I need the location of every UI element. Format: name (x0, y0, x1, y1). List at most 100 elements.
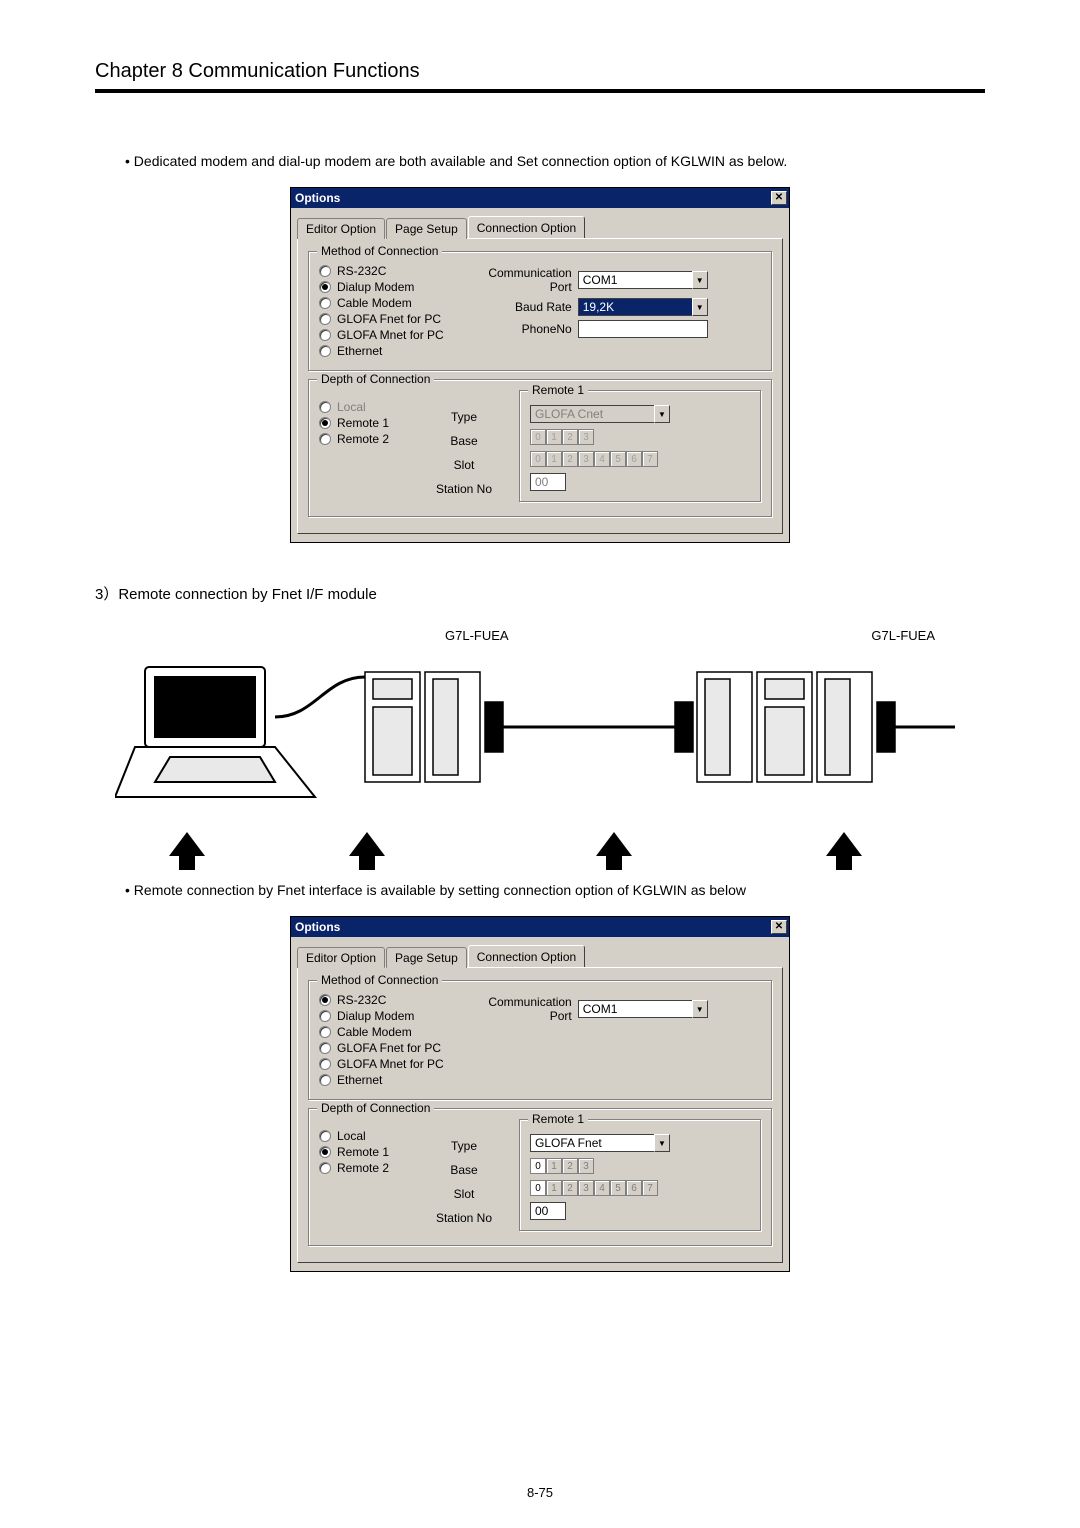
close-icon[interactable]: ✕ (771, 191, 787, 205)
station-no-input[interactable]: 00 (530, 1202, 566, 1220)
slot-label: Slot (429, 1187, 499, 1201)
radio-glofa-mnet[interactable]: GLOFA Mnet for PC (319, 328, 444, 342)
base-seg[interactable]: 0 (530, 429, 546, 445)
type-label: Type (429, 1139, 499, 1153)
depth-of-connection-group: Depth of Connection Local Remote 1 Remot… (308, 1108, 772, 1246)
station-no-input[interactable]: 00 (530, 473, 566, 491)
options-dialog-2: Options ✕ Editor Option Page Setup Conne… (290, 916, 790, 1272)
tab-page-setup[interactable]: Page Setup (386, 218, 467, 239)
arrow-up-icon (349, 832, 385, 856)
diagram-label-g7l-fuea-left: G7L-FUEA (445, 628, 509, 643)
comm-port-value: COM1 (578, 1000, 692, 1018)
slot-seg[interactable]: 5 (610, 451, 626, 467)
tab-editor-option[interactable]: Editor Option (297, 218, 385, 239)
slot-seg[interactable]: 7 (642, 1180, 658, 1196)
base-seg[interactable]: 1 (546, 429, 562, 445)
base-seg[interactable]: 2 (562, 1158, 578, 1174)
radio-label: GLOFA Fnet for PC (337, 312, 441, 326)
arrow-up-icon (826, 832, 862, 856)
radio-label: GLOFA Fnet for PC (337, 1041, 441, 1055)
slot-seg[interactable]: 7 (642, 451, 658, 467)
remote1-legend: Remote 1 (528, 1112, 588, 1126)
radio-rs232c[interactable]: RS-232C (319, 264, 444, 278)
slot-selector[interactable]: 0 1 2 3 4 5 6 7 (530, 1180, 750, 1196)
comm-port-combo[interactable]: COM1 ▼ (578, 1000, 708, 1018)
chevron-down-icon[interactable]: ▼ (692, 271, 708, 289)
slot-seg[interactable]: 4 (594, 1180, 610, 1196)
radio-remote1[interactable]: Remote 1 (319, 1145, 409, 1159)
radio-label: Ethernet (337, 1073, 382, 1087)
slot-seg[interactable]: 4 (594, 451, 610, 467)
chevron-down-icon[interactable]: ▼ (692, 298, 708, 316)
radio-remote2[interactable]: Remote 2 (319, 432, 409, 446)
tab-connection-option[interactable]: Connection Option (468, 945, 585, 967)
slot-seg[interactable]: 1 (546, 1180, 562, 1196)
base-seg[interactable]: 1 (546, 1158, 562, 1174)
slot-seg[interactable]: 3 (578, 1180, 594, 1196)
connection-diagram: G7L-FUEA G7L-FUEA (115, 628, 965, 856)
tab-editor-option[interactable]: Editor Option (297, 947, 385, 968)
type-combo[interactable]: GLOFA Cnet ▼ (530, 405, 670, 423)
slot-seg[interactable]: 6 (626, 451, 642, 467)
base-seg[interactable]: 2 (562, 429, 578, 445)
slot-selector[interactable]: 0 1 2 3 4 5 6 7 (530, 451, 750, 467)
type-combo[interactable]: GLOFA Fnet ▼ (530, 1134, 670, 1152)
comm-port-combo[interactable]: COM1 ▼ (578, 271, 708, 289)
slot-seg[interactable]: 5 (610, 1180, 626, 1196)
radio-label: Cable Modem (337, 1025, 412, 1039)
radio-glofa-fnet[interactable]: GLOFA Fnet for PC (319, 312, 444, 326)
arrow-up-icon (169, 832, 205, 856)
slot-label: Slot (429, 458, 499, 472)
slot-seg[interactable]: 1 (546, 451, 562, 467)
baud-rate-value: 19,2K (578, 298, 692, 316)
chevron-down-icon[interactable]: ▼ (654, 405, 670, 423)
slot-seg[interactable]: 2 (562, 1180, 578, 1196)
base-seg[interactable]: 0 (530, 1158, 546, 1174)
intro-bullet-2: • Remote connection by Fnet interface is… (125, 882, 985, 898)
radio-dialup-modem[interactable]: Dialup Modem (319, 1009, 444, 1023)
base-seg[interactable]: 3 (578, 429, 594, 445)
radio-label: Local (337, 400, 366, 414)
base-selector[interactable]: 0 1 2 3 (530, 1158, 750, 1174)
radio-label: Cable Modem (337, 296, 412, 310)
slot-seg[interactable]: 6 (626, 1180, 642, 1196)
radio-cable-modem[interactable]: Cable Modem (319, 1025, 444, 1039)
chevron-down-icon[interactable]: ▼ (654, 1134, 670, 1152)
remote1-legend: Remote 1 (528, 383, 588, 397)
radio-remote2[interactable]: Remote 2 (319, 1161, 409, 1175)
base-selector[interactable]: 0 1 2 3 (530, 429, 750, 445)
radio-glofa-mnet[interactable]: GLOFA Mnet for PC (319, 1057, 444, 1071)
radio-local[interactable]: Local (319, 400, 409, 414)
radio-dialup-modem[interactable]: Dialup Modem (319, 280, 444, 294)
slot-seg[interactable]: 0 (530, 1180, 546, 1196)
close-icon[interactable]: ✕ (771, 920, 787, 934)
depth-of-connection-group: Depth of Connection Local Remote 1 Remot… (308, 379, 772, 517)
arrow-up-icon (596, 832, 632, 856)
slot-seg[interactable]: 0 (530, 451, 546, 467)
radio-local[interactable]: Local (319, 1129, 409, 1143)
dialog-title: Options (295, 191, 340, 205)
radio-ethernet[interactable]: Ethernet (319, 1073, 444, 1087)
baud-rate-label: Baud Rate (468, 300, 578, 314)
base-seg[interactable]: 3 (578, 1158, 594, 1174)
comm-port-value: COM1 (578, 271, 692, 289)
chapter-title: Chapter 8 Communication Functions (95, 60, 985, 93)
phone-no-label: PhoneNo (468, 322, 578, 336)
tab-page-setup[interactable]: Page Setup (386, 947, 467, 968)
radio-rs232c[interactable]: RS-232C (319, 993, 444, 1007)
slot-seg[interactable]: 2 (562, 451, 578, 467)
titlebar[interactable]: Options ✕ (291, 188, 789, 208)
slot-seg[interactable]: 3 (578, 451, 594, 467)
chevron-down-icon[interactable]: ▼ (692, 1000, 708, 1018)
radio-cable-modem[interactable]: Cable Modem (319, 296, 444, 310)
baud-rate-combo[interactable]: 19,2K ▼ (578, 298, 708, 316)
radio-glofa-fnet[interactable]: GLOFA Fnet for PC (319, 1041, 444, 1055)
tab-connection-option[interactable]: Connection Option (468, 216, 585, 238)
radio-remote1[interactable]: Remote 1 (319, 416, 409, 430)
radio-label: Remote 2 (337, 1161, 389, 1175)
depth-legend: Depth of Connection (317, 372, 434, 386)
titlebar[interactable]: Options ✕ (291, 917, 789, 937)
method-legend: Method of Connection (317, 244, 442, 258)
phone-no-input[interactable] (578, 320, 708, 338)
radio-ethernet[interactable]: Ethernet (319, 344, 444, 358)
